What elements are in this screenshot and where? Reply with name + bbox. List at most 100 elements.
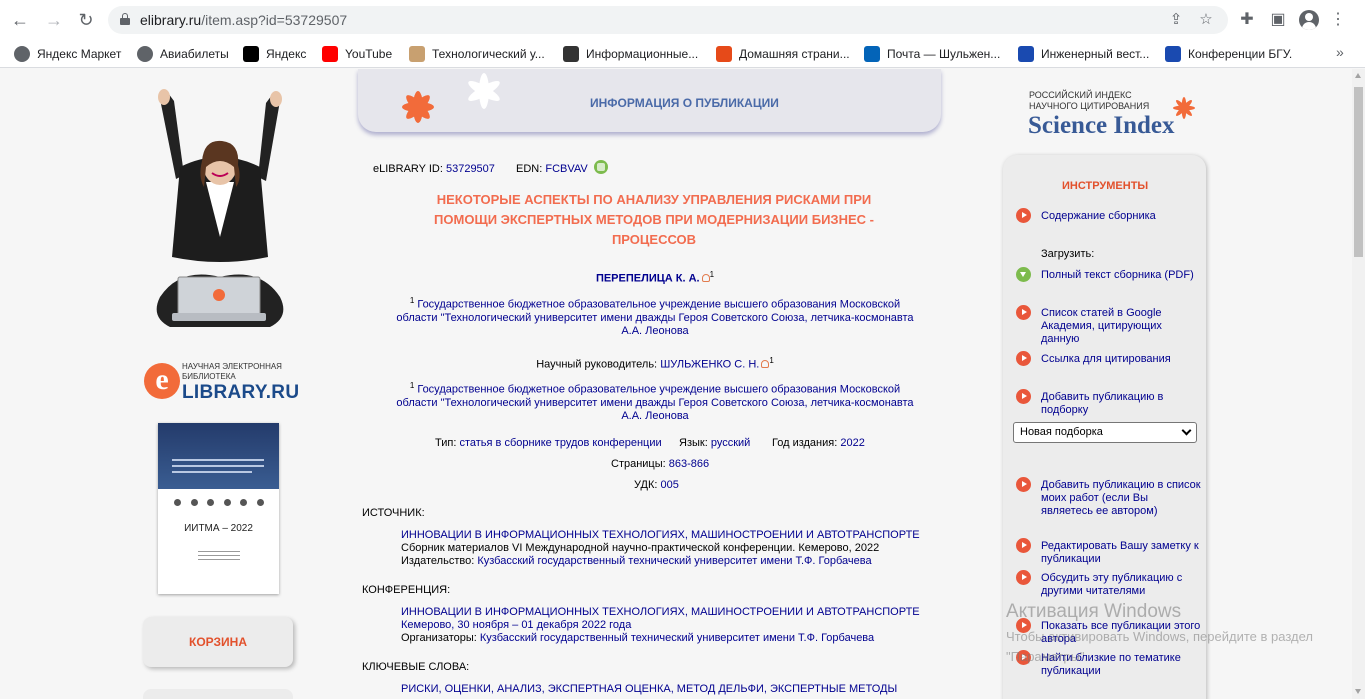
ppt-icon <box>563 46 579 62</box>
bookmark-item[interactable]: Почта — Шульжен... <box>864 44 1000 64</box>
extensions-icon[interactable]: ✚ <box>1236 9 1258 31</box>
science-index-caption: РОССИЙСКИЙ ИНДЕКС НАУЧНОГО ЦИТИРОВАНИЯ <box>1029 90 1150 111</box>
play-icon <box>1016 538 1031 553</box>
play-icon <box>1016 570 1031 585</box>
scroll-thumb[interactable] <box>1354 87 1363 257</box>
section-title: ИНФОРМАЦИЯ О ПУБЛИКАЦИИ <box>590 96 779 110</box>
cover-title: ИИТМА – 2022 <box>184 523 253 534</box>
bgu-icon <box>1165 46 1181 62</box>
supervisor: Научный руководитель: ШУЛЬЖЕНКО С. Н. 1 <box>536 356 774 371</box>
bookmarks-more-icon[interactable]: » <box>1336 44 1344 60</box>
asterisk-logo-icon <box>402 91 434 123</box>
back-icon[interactable]: ← <box>8 8 32 32</box>
journal-icon <box>1018 46 1034 62</box>
affiliation-2: 1 Государственное бюджетное образователь… <box>396 381 914 422</box>
tool-citation[interactable]: Ссылка для цитирования <box>1041 353 1206 366</box>
windows-activation-text: Чтобы активировать Windows, перейдите в … <box>1006 629 1313 664</box>
url-text[interactable]: elibrary.ru/item.asp?id=53729507 <box>140 6 347 34</box>
university-icon <box>409 46 425 62</box>
cart-button[interactable]: КОРЗИНА <box>143 617 293 667</box>
book-cover[interactable]: ИИТМА – 2022 <box>158 423 279 594</box>
browser-toolbar: ← → ↻ elibrary.ru/item.asp?id=53729507 ⇪… <box>0 0 1365 40</box>
play-icon <box>1016 305 1031 320</box>
author-link[interactable]: ПЕРЕПЕЛИЦА К. А. 1 <box>360 268 950 286</box>
office-icon <box>716 46 732 62</box>
bookmark-label: Инженерный вест... <box>1041 47 1150 61</box>
bookmark-item[interactable]: Авиабилеты <box>137 44 229 64</box>
source-title-link[interactable]: ИННОВАЦИИ В ИНФОРМАЦИОННЫХ ТЕХНОЛОГИЯХ, … <box>401 529 920 542</box>
year-field: Год издания: 2022 <box>772 437 865 449</box>
bookmark-item[interactable]: Инженерный вест... <box>1018 44 1149 64</box>
bookmark-label: Яндекс Маркет <box>37 47 122 61</box>
menu-icon[interactable]: ⋮ <box>1327 9 1349 31</box>
globe-icon <box>137 46 153 62</box>
elibrary-logo[interactable]: e НАУЧНАЯ ЭЛЕКТРОННАЯ БИБЛИОТЕКА LIBRARY… <box>142 359 302 409</box>
left-panel-next <box>143 689 293 699</box>
bookmark-item[interactable]: Информационные... <box>563 44 698 64</box>
elibrary-logo-e: e <box>144 363 180 399</box>
elibrary-id: eLIBRARY ID: 53729507 <box>373 163 495 175</box>
tool-google-scholar[interactable]: Список статей в Google Академия, цитирую… <box>1041 307 1171 346</box>
scroll-down-icon[interactable] <box>1355 689 1361 694</box>
download-label: Загрузить: <box>1041 248 1095 260</box>
tool-fulltext-pdf[interactable]: Полный текст сборника (PDF) <box>1041 269 1206 282</box>
bookmark-item[interactable]: Яндекс Маркет <box>14 44 121 64</box>
bookmark-item[interactable]: Домашняя страни... <box>716 44 850 64</box>
keywords-label: КЛЮЧЕВЫЕ СЛОВА: <box>362 661 470 673</box>
play-icon <box>1016 208 1031 223</box>
scrollbar[interactable] <box>1352 69 1365 699</box>
edn: EDN: FCBVAV <box>516 163 588 175</box>
supervisor-link[interactable]: ШУЛЬЖЕНКО С. Н. <box>660 359 759 371</box>
reload-icon[interactable]: ↻ <box>74 8 98 32</box>
cover-subtitle <box>198 551 240 565</box>
play-icon <box>1016 351 1031 366</box>
tool-discuss[interactable]: Обсудить эту публикацию с другими читате… <box>1041 572 1186 598</box>
outlook-icon <box>864 46 880 62</box>
bookmark-label: Технологический у... <box>432 47 545 61</box>
elibrary-logo-text: LIBRARY.RU <box>182 382 300 403</box>
bookmark-item[interactable]: YouTube <box>322 44 392 64</box>
address-bar[interactable]: elibrary.ru/item.asp?id=53729507 ⇪ ☆ <box>108 6 1228 34</box>
science-index-logo[interactable]: Science Index <box>1028 112 1175 140</box>
author-profile-icon[interactable] <box>701 273 710 282</box>
tool-edit-note[interactable]: Редактировать Вашу заметку к публикации <box>1041 540 1201 566</box>
globe-icon <box>14 46 30 62</box>
share-icon[interactable]: ⇪ <box>1166 10 1186 30</box>
keywords-list[interactable]: РИСКИ, ОЦЕНКИ, АНАЛИЗ, ЭКСПЕРТНАЯ ОЦЕНКА… <box>401 683 897 696</box>
bookmark-item[interactable]: Технологический у... <box>409 44 545 64</box>
tool-add-to-collection[interactable]: Добавить публикацию в подборку <box>1041 391 1171 417</box>
play-icon <box>1016 389 1031 404</box>
conference-title-link[interactable]: ИННОВАЦИИ В ИНФОРМАЦИОННЫХ ТЕХНОЛОГИЯХ, … <box>401 606 920 619</box>
page: e НАУЧНАЯ ЭЛЕКТРОННАЯ БИБЛИОТЕКА LIBRARY… <box>0 69 1352 699</box>
collection-select[interactable]: Новая подборка <box>1013 422 1197 443</box>
bookmark-label: Авиабилеты <box>160 47 229 61</box>
white-asterisk-icon <box>468 73 500 109</box>
yandex-icon <box>243 46 259 62</box>
type-field: Тип: статья в сборнике трудов конференци… <box>435 437 662 449</box>
bookmark-item[interactable]: Конференции БГУ. <box>1165 44 1292 64</box>
bookmark-label: Домашняя страни... <box>739 47 850 61</box>
scroll-up-icon[interactable] <box>1355 73 1361 78</box>
forward-icon[interactable]: → <box>42 8 66 32</box>
udk-field: УДК: 005 <box>634 479 679 491</box>
windows-activation-title: Активация Windows <box>1006 601 1182 622</box>
cover-logos <box>174 499 264 506</box>
profile-icon[interactable] <box>1299 10 1319 30</box>
tools-title: ИНСТРУМЕНТЫ <box>1062 180 1149 192</box>
tool-contents[interactable]: Содержание сборника <box>1041 210 1206 223</box>
source-desc: Сборник материалов VI Международной науч… <box>401 542 880 554</box>
document-icon[interactable] <box>594 160 608 174</box>
source-label: ИСТОЧНИК: <box>362 507 425 519</box>
bookmark-label: YouTube <box>345 47 393 61</box>
sidepanel-icon[interactable]: ▣ <box>1267 9 1289 31</box>
tool-add-to-my-works[interactable]: Добавить публикацию в список моих работ … <box>1041 479 1201 518</box>
star-icon[interactable]: ☆ <box>1196 10 1216 30</box>
bookmarks-bar: Яндекс Маркет Авиабилеты Яндекс YouTube Техн… <box>0 40 1365 68</box>
bookmark-label: Конференции БГУ. <box>1188 47 1293 61</box>
bookmark-label: Информационные... <box>586 47 699 61</box>
bookmark-label: Яндекс <box>266 47 307 61</box>
lock-icon[interactable] <box>120 13 130 25</box>
cover-header <box>158 423 279 489</box>
download-icon <box>1016 267 1031 282</box>
bookmark-item[interactable]: Яндекс <box>243 44 306 64</box>
